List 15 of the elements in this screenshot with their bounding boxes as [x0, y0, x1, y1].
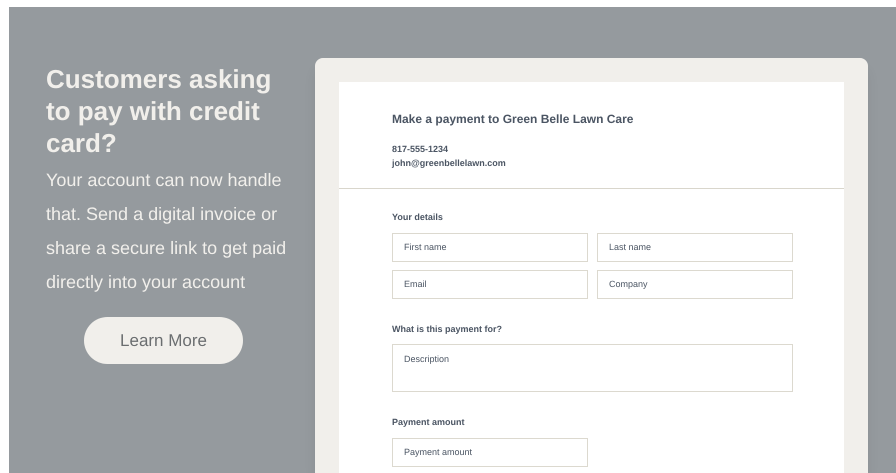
input-field[interactable]: Email [392, 270, 588, 298]
input-field[interactable]: Company [597, 270, 793, 298]
description-field[interactable]: Description [392, 344, 793, 392]
section-label: Your details [392, 211, 444, 224]
contact-phone: 817-555-1234 [392, 143, 450, 156]
promo-text: Your account can now handle that. Send a digital invoice or share a secure link to get paid directly into your account [46, 169, 288, 294]
input-field[interactable]: Payment amount [392, 438, 588, 466]
input-field[interactable]: Last name [597, 232, 793, 262]
promo-heading: Customers asking to pay with credit card? [46, 63, 272, 159]
input-field[interactable]: First name [392, 232, 588, 262]
contact-email: john@greenbellelawn.com [392, 156, 507, 170]
section-label: Payment amount [392, 416, 466, 429]
section-label: What is this payment for? [392, 322, 504, 336]
learn-more-button[interactable]: Learn More [84, 317, 243, 364]
form-title: Make a payment to Green Belle Lawn Care [392, 111, 634, 128]
